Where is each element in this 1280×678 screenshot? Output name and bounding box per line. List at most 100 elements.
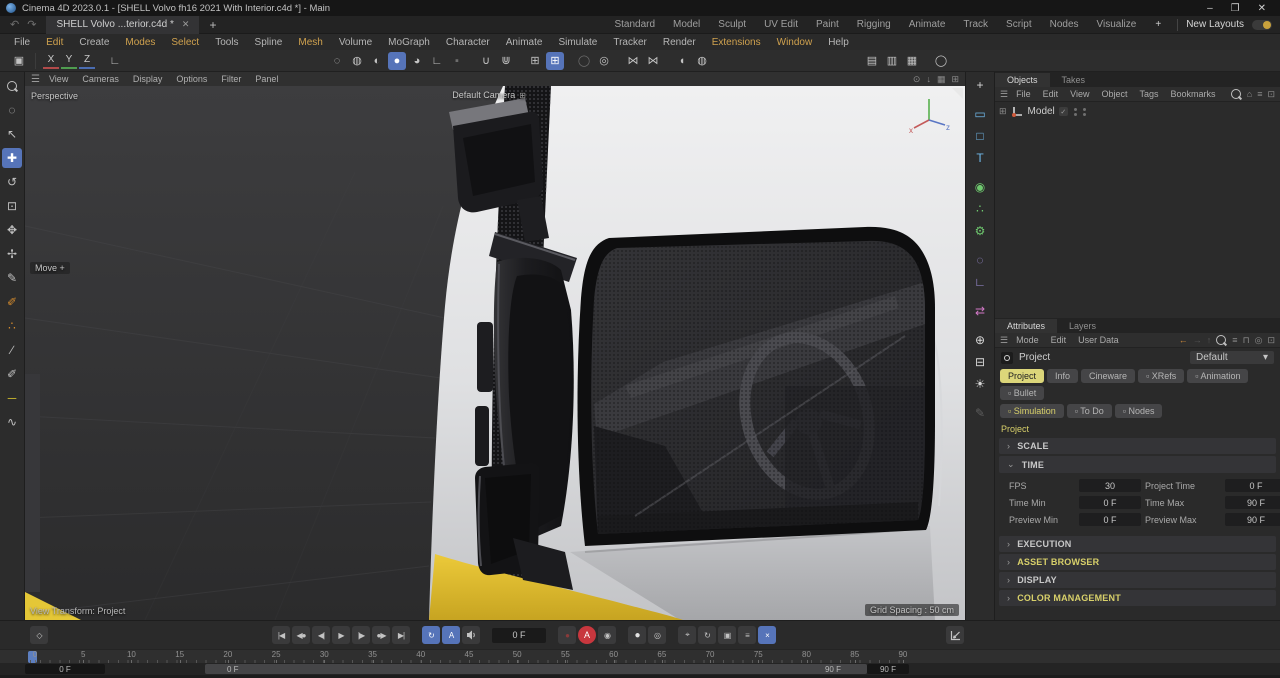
object-create-button[interactable]: ⇄ (969, 300, 991, 322)
filter-icon[interactable]: ≡ (1232, 335, 1237, 345)
tool-button[interactable]: ✐ (2, 364, 22, 384)
object-create-button[interactable]: ◌ (969, 249, 991, 271)
viewport-menu-item[interactable]: Panel (248, 74, 285, 84)
axis-lock-button[interactable]: Y (61, 53, 77, 69)
grid-icon[interactable]: ⊞ (546, 52, 564, 70)
transport-button[interactable]: ◀| (312, 626, 330, 644)
new-layouts-label[interactable]: New Layouts (1186, 19, 1244, 30)
object-create-button[interactable]: ✎ (969, 402, 991, 424)
menu-item[interactable]: Render (655, 36, 704, 49)
layout-tab[interactable]: Track (954, 17, 997, 32)
range-track[interactable]: 0 F 90 F (205, 664, 867, 674)
field-value[interactable]: 0 F (1225, 479, 1280, 492)
tool-button[interactable]: ∿ (2, 412, 22, 432)
tab-attributes[interactable]: Attributes (995, 319, 1057, 333)
objects-burger-icon[interactable]: ☰ (1000, 89, 1008, 100)
filter-icon[interactable]: ≡ (1257, 89, 1262, 99)
layout-tab[interactable]: Animate (900, 17, 955, 32)
tool-button[interactable]: ◌ (2, 100, 22, 120)
range-end-field[interactable]: 90 F (867, 664, 909, 674)
objects-menu-item[interactable]: File (1010, 89, 1037, 99)
menu-item[interactable]: Simulate (550, 36, 605, 49)
field-value[interactable]: 90 F (1225, 513, 1280, 526)
transport-button[interactable]: |▶ (352, 626, 370, 644)
attributes-menu-item[interactable]: Edit (1045, 335, 1073, 345)
history-forward-icon[interactable]: → (1193, 335, 1202, 345)
key-channel-button[interactable]: ▣ (718, 626, 736, 644)
attributes-menu-item[interactable]: Mode (1010, 335, 1045, 345)
menu-item[interactable]: Spline (247, 36, 291, 49)
object-create-button[interactable]: ⊟ (969, 351, 991, 373)
viewport-solo-icon[interactable]: ▣ (10, 52, 28, 70)
tool-button[interactable]: ✚ (2, 148, 22, 168)
shading-mode-icon[interactable]: ◕ (408, 52, 426, 70)
camera-label[interactable]: Default Camera ⊞ (452, 90, 526, 100)
popout-icon[interactable]: ⊡ (1267, 335, 1275, 346)
search-icon[interactable] (1216, 335, 1227, 346)
menu-item[interactable]: Modes (117, 36, 163, 49)
menu-item[interactable]: Edit (38, 36, 71, 49)
attribute-tab[interactable]: ▫ Simulation (1000, 404, 1064, 418)
camera-menu-icon[interactable]: ⊞ (519, 91, 526, 100)
menu-item[interactable]: Window (769, 36, 821, 49)
undo-icon[interactable]: ↶ (10, 18, 19, 31)
menu-item[interactable]: Volume (331, 36, 380, 49)
maximize-button[interactable]: ❐ (1231, 3, 1240, 14)
field-value[interactable]: 0 F (1079, 496, 1141, 509)
render-icon[interactable]: ▥ (883, 52, 901, 70)
viewport-burger-icon[interactable]: ☰ (31, 74, 40, 85)
enabled-checkbox[interactable]: ✓ (1059, 107, 1068, 116)
objects-menu-item[interactable]: Object (1095, 89, 1133, 99)
snap-icon[interactable]: ∪ (477, 52, 495, 70)
viewport-corner-icon[interactable]: ↓ (926, 74, 931, 85)
parent-icon[interactable]: ↑ (1207, 335, 1212, 345)
menu-item[interactable]: Tracker (605, 36, 655, 49)
viewport-canvas[interactable] (25, 86, 965, 620)
axis-lock-button[interactable]: Z (79, 53, 95, 69)
attributes-burger-icon[interactable]: ☰ (1000, 335, 1008, 346)
keying-button[interactable]: ● (628, 626, 646, 644)
tab-layers[interactable]: Layers (1057, 319, 1108, 333)
shading-mode-icon[interactable]: ∟ (428, 52, 446, 70)
grid-icon[interactable]: ⊞ (526, 52, 544, 70)
attribute-section[interactable]: › DISPLAY (999, 572, 1276, 588)
viewport-menu-item[interactable]: Options (169, 74, 214, 84)
objects-menu-item[interactable]: Bookmarks (1165, 89, 1222, 99)
timeline-ruler[interactable]: 051015202530354045505560657075808590 (0, 649, 1280, 663)
object-create-button[interactable]: ◉ (969, 176, 991, 198)
layout-tab[interactable]: Script (997, 17, 1041, 32)
target-icon[interactable]: ◎ (1255, 335, 1263, 346)
sound-button[interactable] (462, 626, 480, 644)
object-create-button[interactable]: + (969, 74, 991, 96)
objects-menu-item[interactable]: Edit (1037, 89, 1065, 99)
tool-button[interactable]: ✢ (2, 244, 22, 264)
layout-tab[interactable]: Sculpt (709, 17, 755, 32)
viewport-corner-icon[interactable]: ⊙ (913, 74, 921, 85)
menu-item[interactable]: Mesh (290, 36, 330, 49)
layout-tab[interactable]: Rigging (848, 17, 900, 32)
new-document-tab-button[interactable]: + (199, 18, 226, 32)
transport-button[interactable]: ◀● (292, 626, 310, 644)
popout-icon[interactable]: ⊡ (1267, 89, 1275, 100)
expander-icon[interactable]: ⊞ (999, 106, 1007, 117)
transport-button[interactable]: ▶| (392, 626, 410, 644)
menu-item[interactable]: File (6, 36, 38, 49)
viewport-corner-handle[interactable] (952, 88, 963, 99)
layout-tab[interactable]: Nodes (1041, 17, 1088, 32)
minimize-button[interactable]: – (1207, 3, 1213, 14)
menu-item[interactable]: Select (163, 36, 207, 49)
attributes-menu-item[interactable]: User Data (1072, 335, 1125, 345)
range-start-field[interactable]: 0 F (25, 664, 105, 674)
view-label[interactable]: Perspective (31, 91, 78, 101)
current-frame-field[interactable]: 0 F (492, 628, 546, 643)
axis-lock-button[interactable]: X (43, 53, 59, 69)
workplane-icon[interactable]: ∟ (106, 52, 124, 70)
viewport-menu-item[interactable]: Cameras (75, 74, 126, 84)
object-create-button[interactable]: ⚙ (969, 220, 991, 242)
viewport-corner-icon[interactable]: ▦ (937, 74, 946, 85)
objects-menu-item[interactable]: View (1064, 89, 1095, 99)
object-create-button[interactable]: T (969, 147, 991, 169)
key-channel-button[interactable]: ↻ (698, 626, 716, 644)
record-button[interactable]: A (578, 626, 596, 644)
layout-tab[interactable]: Model (664, 17, 709, 32)
